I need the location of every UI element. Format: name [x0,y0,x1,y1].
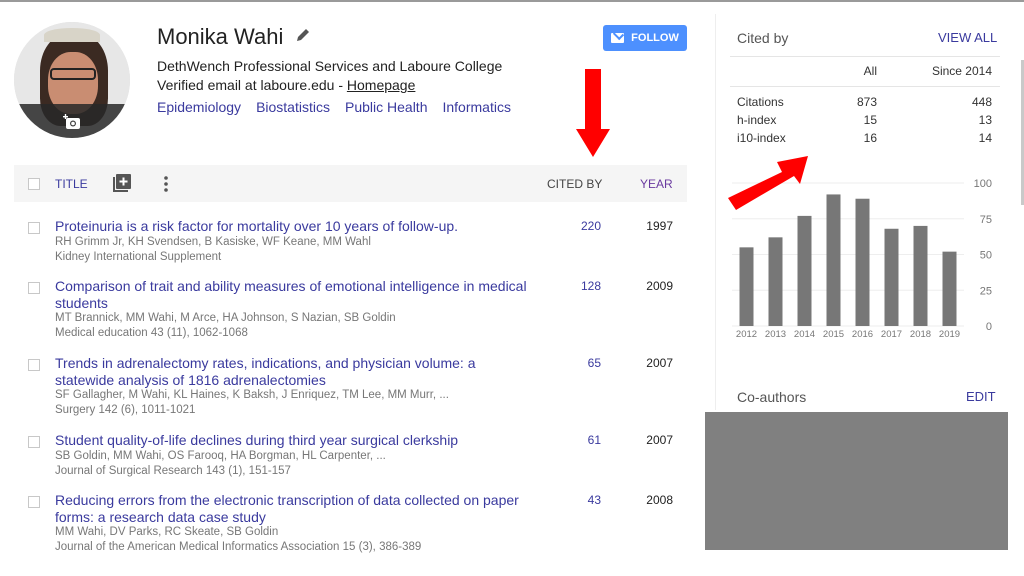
article-title[interactable]: Comparison of trait and ability measures… [55,278,547,312]
profile-affiliation: DethWench Professional Services and Labo… [157,58,503,74]
stat-all: 16 [863,131,877,145]
interests-list: Epidemiology Biostatistics Public Health… [157,99,511,115]
article-authors: SF Gallagher, M Wahi, KL Haines, K Baksh… [55,389,449,401]
stat-all: 15 [863,113,877,127]
interest-link[interactable]: Public Health [345,99,428,115]
x-tick-label: 2013 [765,329,786,340]
article-authors: RH Grimm Jr, KH Svendsen, B Kasiske, WF … [55,236,371,248]
coauthors-heading: Co-authors [737,389,807,405]
article-venue: Journal of the American Medical Informat… [55,541,422,553]
x-tick-label: 2014 [794,329,815,340]
red-arrow-down-icon [576,69,610,157]
article-title[interactable]: Reducing errors from the electronic tran… [55,492,547,526]
select-all-checkbox[interactable] [28,178,40,190]
add-article-icon[interactable] [113,174,131,192]
add-photo-icon[interactable] [63,114,81,130]
sort-by-year[interactable]: YEAR [640,177,673,191]
bar-2012[interactable] [739,247,754,326]
cited-count[interactable]: 128 [554,279,601,293]
more-vert-icon[interactable] [163,175,169,193]
article-authors: MT Brannick, MM Wahi, M Arce, HA Johnson… [55,312,396,324]
cited-by-heading: Cited by [737,30,789,46]
interest-link[interactable]: Epidemiology [157,99,241,115]
article-authors: SB Goldin, MM Wahi, OS Farooq, HA Borgma… [55,450,386,462]
y-tick-label: 75 [980,214,992,226]
bar-2016[interactable] [855,198,870,326]
profile-name: Monika Wahi [157,24,284,49]
article-year: 2008 [646,493,673,507]
article-venue: Kidney International Supplement [55,251,222,263]
stat-since: 14 [978,131,992,145]
follow-label: FOLLOW [631,32,679,44]
article-title[interactable]: Trends in adrenalectomy rates, indicatio… [55,355,495,389]
cited-count[interactable]: 65 [554,356,601,370]
x-tick-label: 2018 [910,329,931,340]
y-tick-label: 100 [974,178,992,190]
follow-button[interactable]: FOLLOW [603,25,687,51]
x-tick-label: 2016 [852,329,873,340]
article-year: 2007 [646,356,673,370]
interest-link[interactable]: Informatics [442,99,510,115]
column-since: Since 2014 [931,64,992,78]
row-checkbox[interactable] [28,496,40,508]
stat-label: i10-index [737,131,786,145]
article-venue: Journal of Surgical Research 143 (1), 15… [55,465,291,477]
profile-email: Verified email at laboure.edu - Homepage [157,77,415,93]
bar-2015[interactable] [826,194,841,326]
x-tick-label: 2012 [736,329,757,340]
cited-count[interactable]: 61 [554,433,601,447]
stat-since: 13 [978,113,992,127]
y-tick-label: 50 [980,250,992,262]
x-tick-label: 2015 [823,329,844,340]
x-tick-label: 2017 [881,329,902,340]
divider [730,86,1000,87]
bar-2014[interactable] [797,215,812,326]
article-year: 1997 [646,219,673,233]
article-title[interactable]: Student quality-of-life declines during … [55,432,547,449]
view-all-link[interactable]: VIEW ALL [938,30,997,45]
row-checkbox[interactable] [28,222,40,234]
cited-count[interactable]: 43 [554,493,601,507]
bar-2017[interactable] [884,228,899,326]
article-authors: MM Wahi, DV Parks, RC Skeate, SB Goldin [55,526,279,538]
interest-link[interactable]: Biostatistics [256,99,330,115]
article-year: 2007 [646,433,673,447]
stat-label: Citations [737,95,784,109]
top-border [0,0,1024,2]
row-checkbox[interactable] [28,282,40,294]
article-venue: Surgery 142 (6), 1011-1021 [55,404,196,416]
profile-avatar[interactable] [14,22,130,138]
bar-2018[interactable] [913,225,928,326]
sort-by-cited[interactable]: CITED BY [547,177,602,191]
cited-count[interactable]: 220 [554,219,601,233]
stat-all: 873 [856,95,877,109]
articles-table-header: TITLE CITED BY YEAR [14,165,687,202]
edit-coauthors-link[interactable]: EDIT [966,389,996,404]
homepage-link[interactable]: Homepage [347,77,416,93]
bar-2013[interactable] [768,237,783,326]
y-tick-label: 25 [980,285,992,297]
x-tick-label: 2019 [939,329,960,340]
divider [730,56,1000,57]
red-arrow-diagonal-icon [728,156,808,210]
article-year: 2009 [646,279,673,293]
sort-by-title[interactable]: TITLE [55,177,88,191]
row-checkbox[interactable] [28,436,40,448]
y-tick-label: 0 [986,321,992,333]
stat-since: 448 [971,95,992,109]
article-venue: Medical education 43 (11), 1062-1068 [55,327,248,339]
row-checkbox[interactable] [28,359,40,371]
mail-icon [611,33,625,43]
email-text: Verified email at laboure.edu - [157,77,347,93]
column-all: All [863,64,877,78]
redacted-coauthors-area [705,412,1008,550]
bar-2019[interactable] [942,251,957,326]
article-title[interactable]: Proteinuria is a risk factor for mortali… [55,218,547,235]
edit-pencil-icon[interactable] [295,27,311,43]
stat-label: h-index [737,113,777,127]
